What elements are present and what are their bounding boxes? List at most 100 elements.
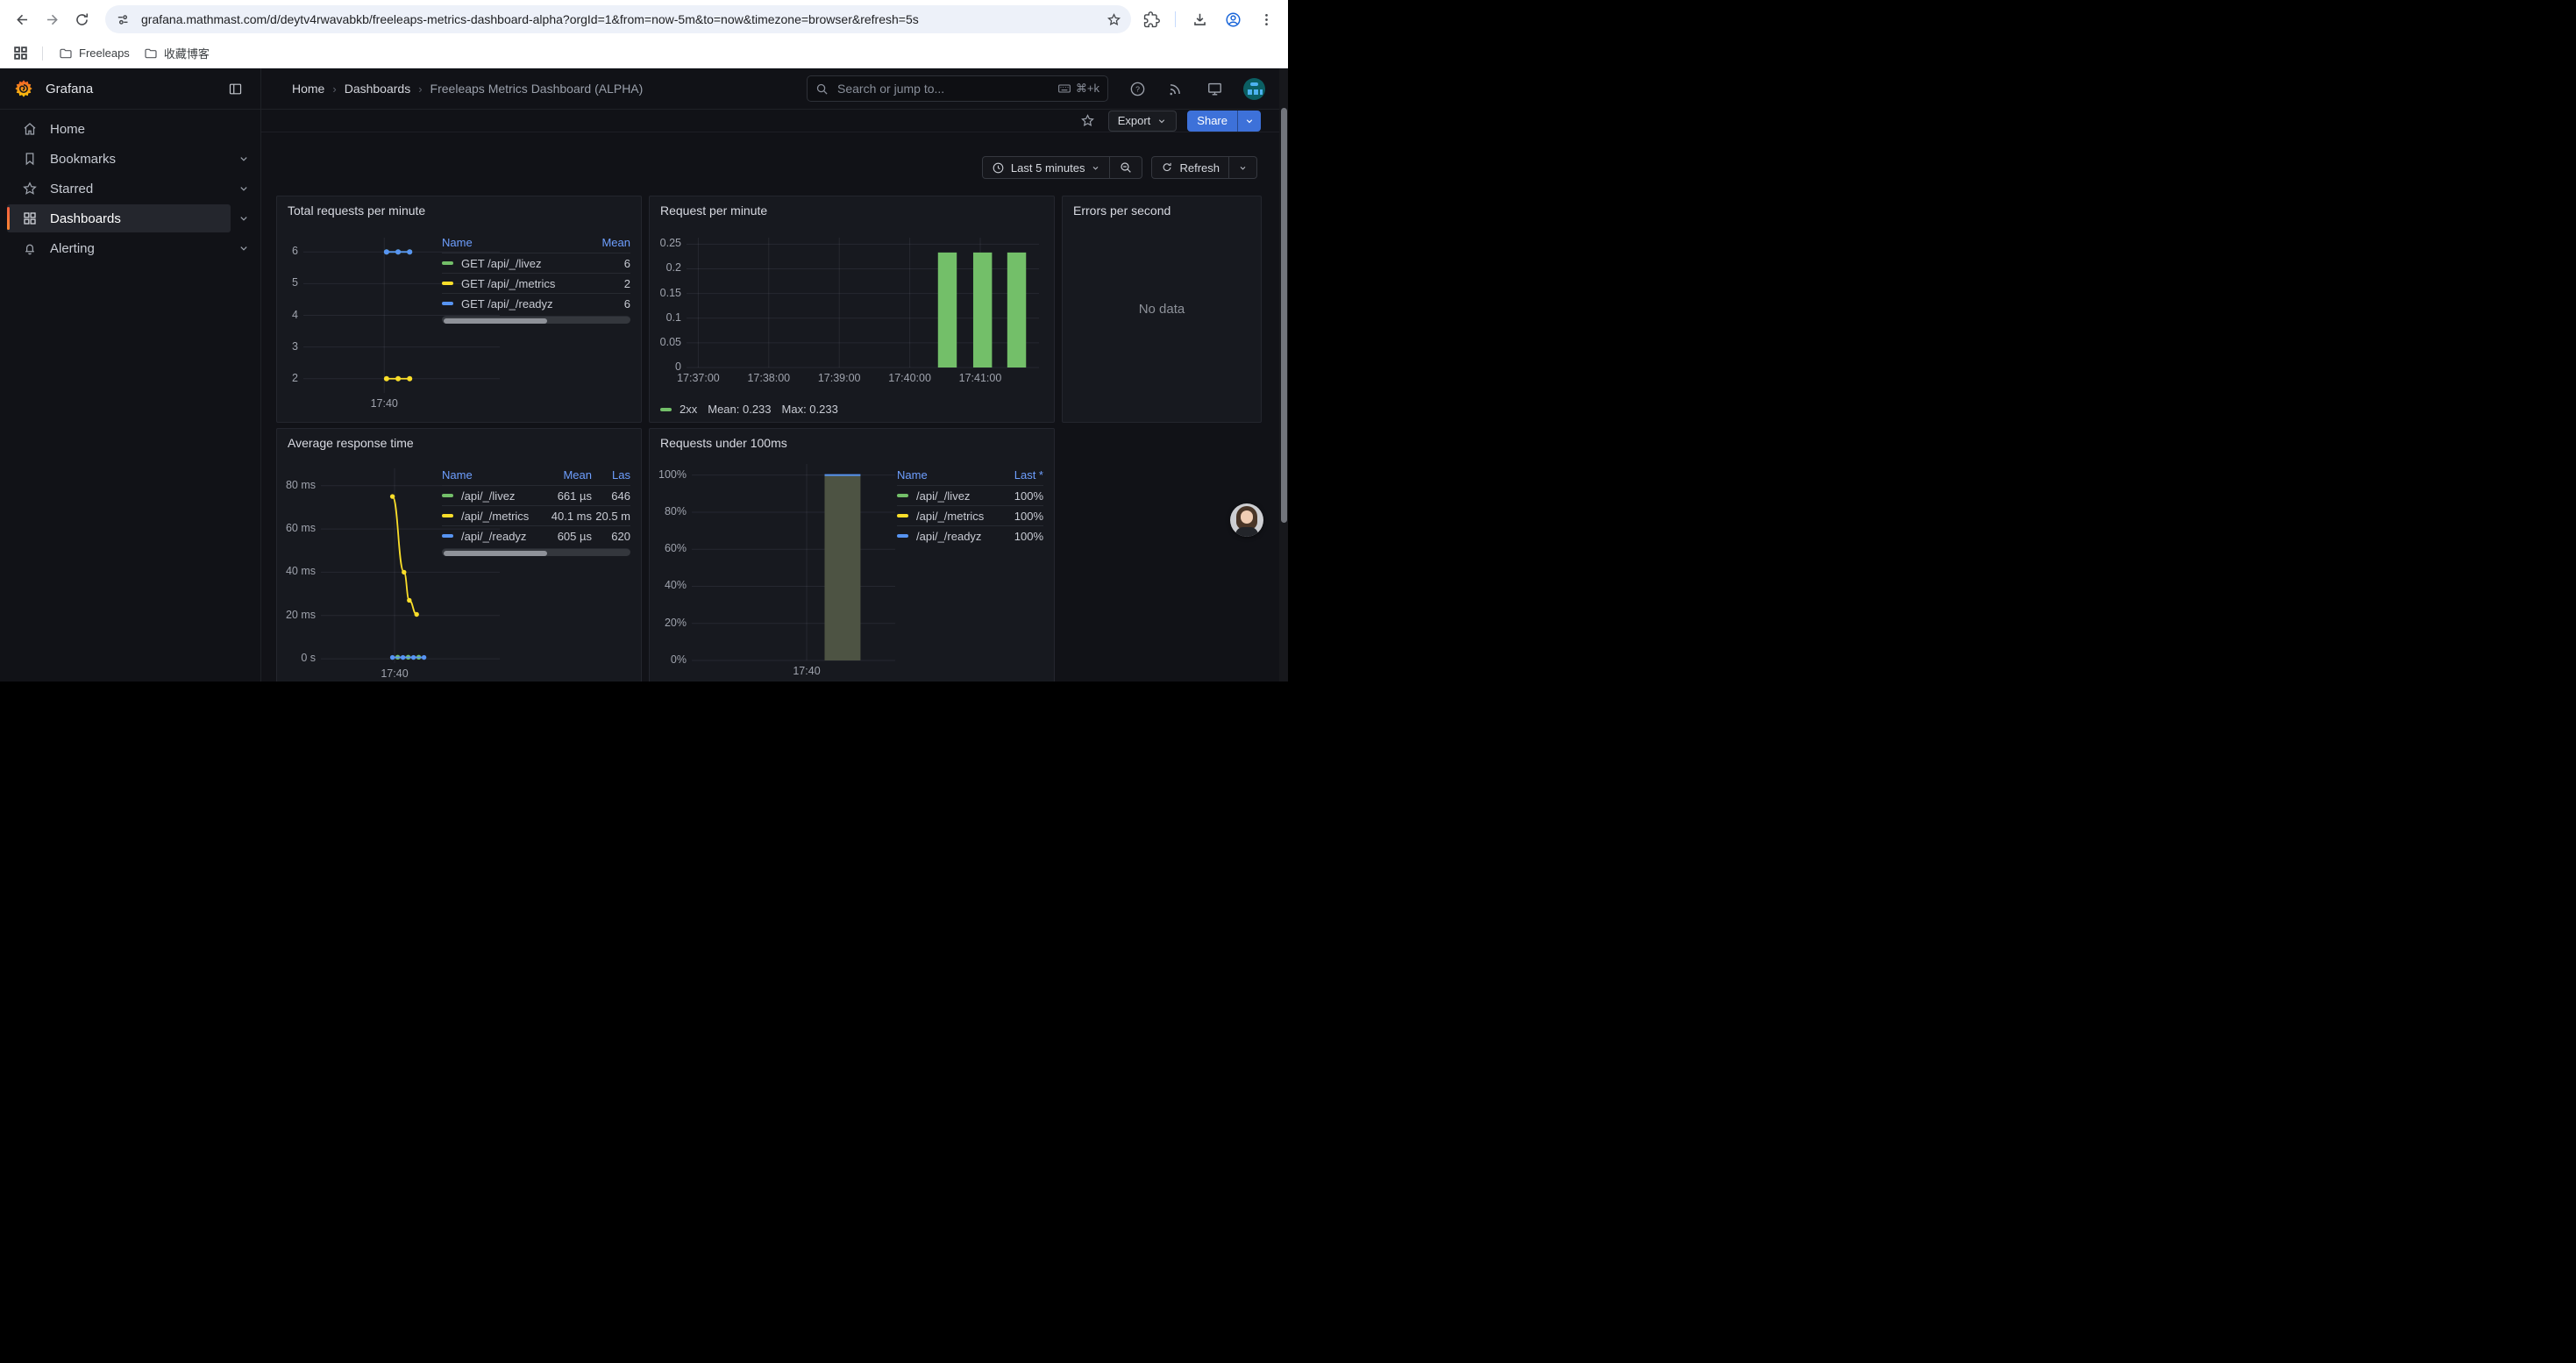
panel-title[interactable]: Total requests per minute [288, 203, 425, 218]
x-axis-tick-label: 17:40:00 [871, 372, 950, 384]
y-axis-tick-label: 5 [265, 276, 298, 289]
reload-icon[interactable] [67, 4, 96, 34]
legend-header-row: Name Last * [897, 464, 1043, 485]
home-icon [22, 121, 38, 137]
grafana-logo-icon[interactable] [14, 79, 33, 98]
search-shortcut: ⌘+k [1057, 82, 1099, 96]
bookmark-folder-freeleaps[interactable]: Freeleaps [52, 43, 137, 64]
panel-errors-per-second: Errors per second No data [1062, 196, 1262, 423]
breadcrumb-separator: › [418, 82, 422, 96]
chevron-down-icon[interactable] [238, 212, 250, 225]
series-point [384, 249, 389, 254]
sidebar-collapse-icon[interactable] [224, 77, 246, 100]
series-name: /api/_/metrics [461, 510, 529, 523]
chevron-down-icon[interactable] [238, 242, 250, 254]
legend-row: /api/_/metrics 100% [897, 505, 1043, 525]
legend-header-mean[interactable]: Mean [539, 468, 592, 482]
panel-title[interactable]: Requests under 100ms [660, 436, 787, 450]
series-point [402, 570, 406, 574]
profile-icon[interactable] [1218, 4, 1248, 34]
chart-plot-requests-under-100ms[interactable]: 100%80%60%40%20%0%17:40 [692, 464, 895, 660]
y-axis-tick-label: 40 ms [282, 565, 316, 577]
apps-grid-icon[interactable] [9, 42, 32, 65]
legend: 2xx Mean: 0.233 Max: 0.233 [660, 403, 838, 416]
refresh-button[interactable]: Refresh [1152, 157, 1228, 178]
series-last: 646 [592, 489, 630, 503]
chart-plot-request-per-minute[interactable]: 0.250.20.150.10.05017:37:0017:38:0017:39… [687, 238, 1039, 368]
search-box[interactable]: ⌘+k [807, 75, 1108, 102]
scrollbar-thumb[interactable] [444, 551, 547, 556]
browser-menu-icon[interactable] [1251, 4, 1281, 34]
series-max: Max: 0.233 [782, 403, 838, 416]
legend-header-last[interactable]: Last * [994, 468, 1043, 482]
series-point [390, 655, 395, 660]
share-button[interactable]: Share [1187, 111, 1237, 132]
panel-title[interactable]: Average response time [288, 436, 414, 450]
bookmark-star-icon[interactable] [1101, 7, 1126, 32]
forward-icon[interactable] [37, 4, 67, 34]
y-axis-tick-label: 20 ms [282, 609, 316, 621]
back-icon[interactable] [7, 4, 37, 34]
sidebar-item-home[interactable]: Home [7, 115, 231, 143]
scrollbar-thumb[interactable] [1281, 108, 1287, 523]
address-bar[interactable] [105, 5, 1131, 33]
chart-canvas [692, 464, 895, 660]
extensions-icon[interactable] [1136, 4, 1166, 34]
help-icon[interactable]: ? [1128, 79, 1147, 98]
time-range-picker[interactable]: Last 5 minutes [983, 157, 1110, 178]
bar [938, 253, 957, 368]
site-info-icon[interactable] [116, 12, 131, 27]
panel-request-per-minute: Request per minute 0.250.20.150.10.05017… [649, 196, 1055, 423]
url-input[interactable] [139, 11, 1101, 27]
share-menu-button[interactable] [1237, 111, 1261, 132]
x-axis-tick-label: 17:39:00 [800, 372, 879, 384]
sidebar-item-bookmarks[interactable]: Bookmarks [7, 145, 231, 173]
news-rss-icon[interactable] [1166, 79, 1185, 98]
breadcrumb-home[interactable]: Home [292, 82, 324, 96]
series-point [411, 655, 416, 660]
legend-hscrollbar[interactable] [442, 316, 630, 324]
user-avatar[interactable] [1243, 78, 1265, 100]
series-swatch [897, 494, 908, 497]
chevron-down-icon[interactable] [238, 182, 250, 195]
refresh-label: Refresh [1179, 161, 1220, 175]
download-icon[interactable] [1185, 4, 1214, 34]
y-axis-tick-label: 0.2 [648, 261, 681, 274]
y-axis-tick-label: 40% [653, 579, 687, 591]
legend-hscrollbar[interactable] [442, 548, 630, 556]
sidebar-item-starred[interactable]: Starred [7, 175, 231, 203]
header-icons: ? [1128, 78, 1265, 100]
monitor-icon[interactable] [1205, 79, 1224, 98]
sidebar-item-label: Bookmarks [50, 152, 116, 167]
breadcrumb: Home › Dashboards › Freeleaps Metrics Da… [292, 82, 643, 96]
chart-canvas [687, 238, 1039, 368]
series-last: 20.5 m [592, 510, 630, 523]
scrollbar-thumb[interactable] [444, 318, 547, 324]
bookmark-folder-label: 收藏博客 [164, 45, 210, 61]
sidebar-item-alerting[interactable]: Alerting [7, 234, 231, 262]
refresh-interval-button[interactable] [1229, 157, 1256, 178]
legend-header-name[interactable]: Name [897, 468, 994, 482]
sidebar-item-label: Dashboards [50, 211, 121, 226]
series-swatch [897, 514, 908, 517]
legend-header-name[interactable]: Name [442, 468, 539, 482]
floating-assistant-avatar[interactable] [1230, 503, 1263, 537]
chevron-down-icon[interactable] [238, 153, 250, 165]
breadcrumb-dashboards[interactable]: Dashboards [345, 82, 411, 96]
favorite-star-icon[interactable] [1078, 111, 1098, 131]
legend-header-last[interactable]: Las [592, 468, 630, 482]
page-scrollbar[interactable] [1279, 68, 1288, 682]
search-input[interactable] [836, 81, 1057, 96]
legend-header-name[interactable]: Name [442, 236, 585, 249]
y-axis-tick-label: 0 [648, 360, 681, 373]
legend-header-mean[interactable]: Mean [585, 236, 630, 249]
toolbar-actions [1136, 4, 1281, 34]
panel-title[interactable]: Request per minute [660, 203, 767, 218]
x-axis-tick-label: 17:40 [767, 665, 846, 677]
bookmark-folder-blogs[interactable]: 收藏博客 [137, 41, 217, 65]
series-swatch [442, 534, 453, 538]
sidebar-item-dashboards[interactable]: Dashboards [7, 204, 231, 232]
y-axis-tick-label: 3 [265, 340, 298, 353]
zoom-out-button[interactable] [1110, 157, 1142, 178]
export-button[interactable]: Export [1108, 111, 1178, 132]
